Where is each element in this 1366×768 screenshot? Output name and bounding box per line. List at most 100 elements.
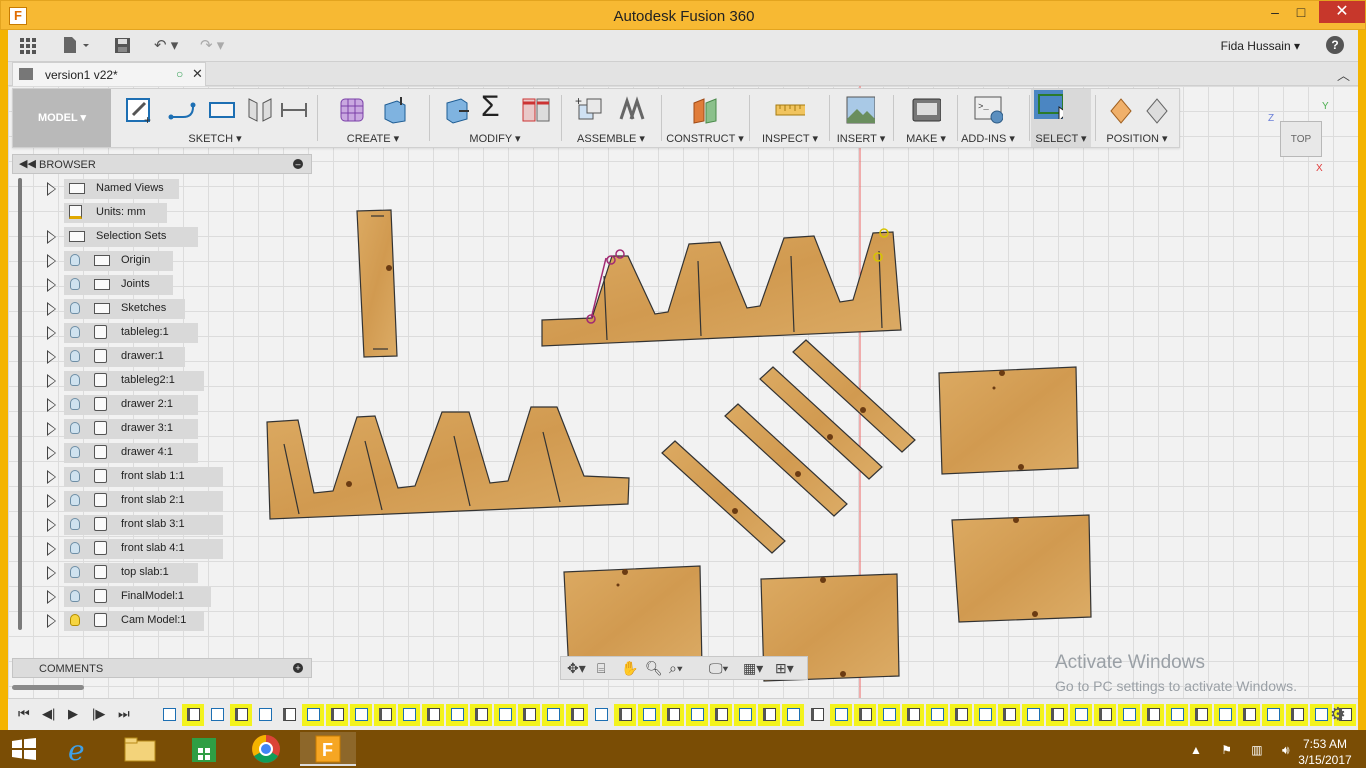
browser-item[interactable]: drawer 2:1	[12, 394, 312, 416]
windows-start-icon[interactable]	[12, 738, 36, 760]
timeline-extrude-step[interactable]	[1190, 704, 1212, 726]
timeline-sketch-step[interactable]	[398, 704, 420, 726]
timeline-extrude-step[interactable]	[1238, 704, 1260, 726]
appearance-icon[interactable]	[521, 95, 551, 125]
viewports-icon[interactable]: ⊞▾	[775, 660, 794, 677]
timeline-sketch-step[interactable]	[350, 704, 372, 726]
expand-arrow-icon[interactable]	[47, 398, 56, 412]
file-menu-icon[interactable]	[63, 36, 93, 56]
insert-image-icon[interactable]	[845, 95, 875, 125]
display-settings-icon[interactable]: 🖵▾	[709, 660, 728, 677]
collapse-chevron-icon[interactable]: ︿	[1337, 65, 1350, 84]
sigma-compute-icon[interactable]: Σ	[481, 91, 511, 123]
timeline-extrude-step[interactable]	[950, 704, 972, 726]
save-icon[interactable]	[114, 37, 132, 57]
joint-icon[interactable]	[617, 95, 647, 125]
workspace-switcher[interactable]: MODEL ▾	[13, 89, 111, 147]
timeline-extrude-step[interactable]	[1094, 704, 1116, 726]
browser-item[interactable]: Sketches	[12, 298, 312, 320]
new-component-icon[interactable]: +	[575, 95, 605, 125]
fusion-360-taskbar-icon[interactable]: F	[300, 732, 356, 766]
expand-arrow-icon[interactable]	[47, 470, 56, 484]
expand-arrow-icon[interactable]	[47, 302, 56, 316]
expand-arrow-icon[interactable]	[47, 518, 56, 532]
visibility-bulb-icon[interactable]	[70, 398, 80, 410]
horizontal-scrollbar[interactable]	[12, 685, 84, 690]
browser-item[interactable]: tableleg2:1	[12, 370, 312, 392]
browser-item[interactable]: front slab 2:1	[12, 490, 312, 512]
assemble-group[interactable]: + ASSEMBLE ▾	[565, 89, 657, 147]
timeline-settings-gear-icon[interactable]: ⚙	[1330, 704, 1346, 725]
front-slab-1[interactable]	[938, 366, 1079, 475]
inspect-group[interactable]: INSPECT ▾	[753, 89, 827, 147]
collapse-browser-icon[interactable]: ◀◀	[19, 157, 36, 170]
help-icon[interactable]: ?	[1326, 36, 1344, 54]
visibility-bulb-icon[interactable]	[70, 542, 80, 554]
modify-group[interactable]: Σ MODIFY ▾	[433, 89, 557, 147]
timeline-sketch-step[interactable]	[1262, 704, 1284, 726]
timeline-extrude-step[interactable]	[374, 704, 396, 726]
browser-item[interactable]: Selection Sets	[12, 226, 312, 248]
browser-item[interactable]: drawer:1	[12, 346, 312, 368]
visibility-bulb-icon[interactable]	[70, 350, 80, 362]
timeline-extrude-step[interactable]	[710, 704, 732, 726]
expand-arrow-icon[interactable]	[47, 446, 56, 460]
clock-date[interactable]: 3/15/2017	[1294, 753, 1356, 767]
timeline-extrude-step[interactable]	[614, 704, 636, 726]
timeline-sketch-step[interactable]	[1070, 704, 1092, 726]
select-icon[interactable]	[1033, 89, 1063, 119]
extrude-icon[interactable]	[379, 95, 409, 125]
dimension-icon[interactable]	[279, 95, 309, 125]
chrome-icon[interactable]	[238, 732, 294, 766]
create-group[interactable]: CREATE ▾	[323, 89, 423, 147]
browser-item[interactable]: front slab 1:1	[12, 466, 312, 488]
timeline-extrude-step[interactable]	[182, 704, 204, 726]
timeline-sketch-step[interactable]	[1022, 704, 1044, 726]
add-comment-icon[interactable]: +	[293, 663, 303, 673]
expand-arrow-icon[interactable]	[47, 374, 56, 388]
clock-time[interactable]: 7:53 AM	[1298, 737, 1352, 751]
close-tab-icon[interactable]: ✕	[192, 66, 203, 82]
expand-arrow-icon[interactable]	[47, 326, 56, 340]
redo-button[interactable]: ↷ ▾	[200, 36, 224, 56]
go-to-start-icon[interactable]: ⏮	[18, 706, 30, 722]
offset-plane-icon[interactable]	[690, 95, 720, 125]
drawer-slat-1[interactable]	[661, 440, 786, 554]
expand-arrow-icon[interactable]	[47, 566, 56, 580]
close-button[interactable]: ✕	[1319, 1, 1365, 23]
position-group[interactable]: POSITION ▾	[1099, 89, 1175, 147]
expand-arrow-icon[interactable]	[47, 614, 56, 628]
view-cube-top-face[interactable]: TOP	[1280, 121, 1322, 157]
timeline-sketch-step[interactable]	[638, 704, 660, 726]
browser-header[interactable]: ◀◀ BROWSER –	[12, 154, 312, 174]
play-icon[interactable]: ▶	[68, 706, 78, 722]
timeline-extrude-step[interactable]	[470, 704, 492, 726]
timeline-extrude-step[interactable]	[854, 704, 876, 726]
store-icon[interactable]	[176, 732, 232, 766]
timeline-sketch-step[interactable]	[446, 704, 468, 726]
timeline-sketch-step[interactable]	[1118, 704, 1140, 726]
timeline-extrude-step[interactable]	[566, 704, 588, 726]
browser-minimize-icon[interactable]: –	[293, 159, 303, 169]
scripts-add-ins-icon[interactable]: >_	[973, 95, 1003, 125]
timeline-sketch-step[interactable]	[158, 704, 180, 726]
make-group[interactable]: MAKE ▾	[897, 89, 955, 147]
front-slab-2[interactable]	[951, 514, 1092, 623]
view-cube[interactable]: Z Y TOP X	[1268, 101, 1334, 177]
revert-position-icon[interactable]	[1143, 95, 1173, 125]
timeline-sketch-step[interactable]	[254, 704, 276, 726]
browser-item[interactable]: FinalModel:1	[12, 586, 312, 608]
visibility-bulb-icon[interactable]	[70, 614, 80, 626]
timeline-sketch-step[interactable]	[590, 704, 612, 726]
browser-item[interactable]: Named Views	[12, 178, 312, 200]
timeline-extrude-step[interactable]	[518, 704, 540, 726]
timeline-sketch-step[interactable]	[1310, 704, 1332, 726]
add-ins-group[interactable]: >_ ADD-INS ▾	[959, 89, 1017, 147]
timeline-sketch-step[interactable]	[1166, 704, 1188, 726]
timeline-sketch-step[interactable]	[830, 704, 852, 726]
timeline-extrude-step[interactable]	[758, 704, 780, 726]
timeline-sketch-step[interactable]	[926, 704, 948, 726]
browser-item[interactable]: top slab:1	[12, 562, 312, 584]
timeline-sketch-step[interactable]	[206, 704, 228, 726]
capture-position-icon[interactable]	[1107, 95, 1137, 125]
